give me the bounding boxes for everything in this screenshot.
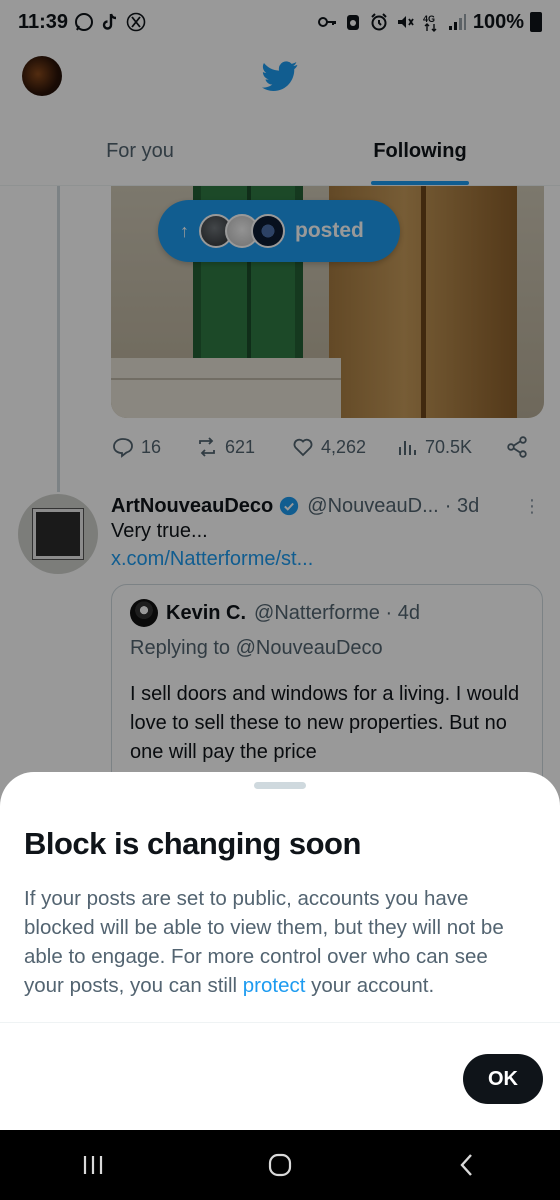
ok-button[interactable]: OK	[463, 1054, 543, 1104]
home-icon	[268, 1153, 292, 1177]
back-button[interactable]	[447, 1145, 487, 1185]
divider	[0, 1022, 560, 1023]
system-nav-bar	[0, 1130, 560, 1200]
sheet-drag-handle[interactable]	[254, 782, 306, 789]
bottom-sheet: Block is changing soon If your posts are…	[0, 772, 560, 1130]
sheet-title: Block is changing soon	[24, 826, 361, 861]
recent-apps-button[interactable]	[73, 1145, 113, 1185]
recent-apps-icon	[84, 1156, 103, 1174]
protect-link[interactable]: protect	[243, 974, 306, 997]
sheet-message-end: your account.	[305, 974, 435, 997]
sheet-message: If your posts are set to public, account…	[24, 884, 524, 1000]
back-icon	[460, 1154, 472, 1176]
home-button[interactable]	[260, 1145, 300, 1185]
